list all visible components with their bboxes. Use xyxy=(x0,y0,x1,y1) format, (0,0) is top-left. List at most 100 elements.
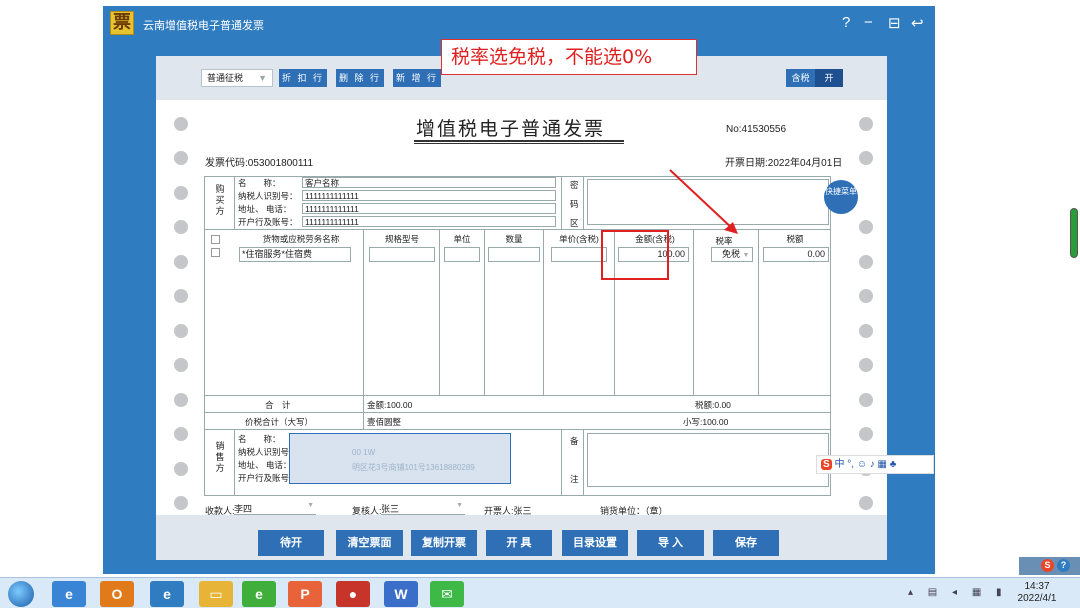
sum-lower: 小写:100.00 xyxy=(683,417,729,427)
invoice-title: 增值税电子普通发票 xyxy=(416,119,606,140)
item-name-field[interactable]: *住宿服务*住宿费 xyxy=(239,247,351,262)
wechat-icon[interactable]: ✉ xyxy=(430,581,464,607)
restore-icon[interactable]: ⊟ xyxy=(888,14,901,32)
col-spec-header: 规格型号 xyxy=(384,234,419,244)
add-row-button[interactable]: 新 增 行 xyxy=(393,69,441,87)
buyer-name-field[interactable]: 客户名称 xyxy=(302,177,556,188)
save-button[interactable]: 保存 xyxy=(713,530,779,556)
item-unit-field[interactable] xyxy=(444,247,480,262)
scrollbar-handle[interactable] xyxy=(1070,208,1078,258)
divider xyxy=(439,229,440,395)
masked-text: 00 1W xyxy=(352,448,376,457)
item-price-field[interactable] xyxy=(551,247,607,262)
buyer-bank-field[interactable]: 1111111111111 xyxy=(302,216,556,227)
punch-hole xyxy=(174,151,188,165)
ie-browser-icon[interactable]: e xyxy=(52,581,86,607)
punch-hole xyxy=(859,151,873,165)
help-icon[interactable]: ? xyxy=(842,14,850,31)
reviewer-select[interactable]: 张三 ▼ xyxy=(381,502,465,515)
punch-hole xyxy=(859,358,873,372)
ime-mode-label: 中 xyxy=(834,459,845,470)
help-tray-icon[interactable]: ? xyxy=(1057,559,1070,572)
punch-hole xyxy=(174,117,188,131)
cipher-label: 区 xyxy=(570,218,579,228)
minimize-icon[interactable]: − xyxy=(864,14,873,31)
invoice-type-select[interactable]: 普通征税 ▼ xyxy=(201,69,273,87)
payee-label: 收款人: xyxy=(205,506,235,516)
clear-form-button[interactable]: 清空票面 xyxy=(336,530,403,556)
item-rate-select[interactable]: 免税 ▼ xyxy=(711,247,753,262)
delete-row-button[interactable]: 删 除 行 xyxy=(336,69,384,87)
punch-hole xyxy=(174,393,188,407)
buyer-address-label: 地址、 电话： xyxy=(238,204,292,214)
invoice-panel: 普通征税 ▼ 折 扣 行 删 除 行 新 增 行 含税 开 增值税电子普通发票 … xyxy=(156,56,887,560)
remark-field[interactable] xyxy=(587,433,829,487)
copy-invoice-button[interactable]: 复制开票 xyxy=(411,530,477,556)
app-logo-icon: 票 xyxy=(110,11,134,35)
divider xyxy=(693,229,694,395)
divider xyxy=(758,229,759,395)
masked-text: 明区花3号商铺101号13618880289 xyxy=(352,463,475,472)
item-tax-field[interactable]: 0.00 xyxy=(763,247,829,262)
divider xyxy=(205,412,830,413)
total-amount: 金额:100.00 xyxy=(367,400,413,410)
punch-hole xyxy=(174,358,188,372)
tray-popup[interactable]: S ? xyxy=(1019,557,1080,575)
punch-hole xyxy=(859,324,873,338)
item-spec-field[interactable] xyxy=(369,247,435,262)
directory-settings-button[interactable]: 目录设置 xyxy=(562,530,628,556)
reviewer-label: 复核人: xyxy=(352,506,382,516)
ime-tools-icon: °, ☺ ♪ ▦ ♣ xyxy=(847,459,897,470)
rate-highlight-box xyxy=(601,230,669,280)
back-icon[interactable]: ↩ xyxy=(911,14,924,32)
tax-inclusive-toggle[interactable]: 含税 开 xyxy=(786,69,843,87)
masked-seller-info: 00 1W 明区花3号商铺101号13618880289 xyxy=(289,433,511,484)
taskbar: e O e ▭ e P ● W ✉ ▴ ▤ ◂ ▦ ▮ 14:37 2022/4… xyxy=(0,577,1080,608)
invoice-paper: 增值税电子普通发票 No:41530556 发票代码:053001800111 … xyxy=(156,100,887,516)
invoice-type-value: 普通征税 xyxy=(207,73,244,83)
title-underline xyxy=(414,140,624,142)
punch-hole xyxy=(174,186,188,200)
divider xyxy=(561,177,562,229)
ie-icon[interactable]: e xyxy=(150,581,184,607)
buyer-side-label: 购买方 xyxy=(215,184,225,216)
item-rate-value: 免税 xyxy=(722,249,741,259)
wps-icon[interactable]: W xyxy=(384,581,418,607)
outlook-icon[interactable]: O xyxy=(100,581,134,607)
chevron-down-icon: ▼ xyxy=(258,73,267,83)
col-unit-header: 单位 xyxy=(453,234,471,244)
clock-time: 14:37 xyxy=(1024,581,1050,592)
title-underline xyxy=(414,143,624,144)
powerpoint-icon[interactable]: P xyxy=(288,581,322,607)
recorder-icon[interactable]: ● xyxy=(336,581,370,607)
browser-icon[interactable]: e xyxy=(242,581,276,607)
pending-button[interactable]: 待开 xyxy=(258,530,324,556)
sogou-tray-icon[interactable]: S xyxy=(1041,559,1054,572)
col-name-header: 货物或应税劳务名称 xyxy=(262,234,340,244)
item-qty-field[interactable] xyxy=(488,247,540,262)
chevron-down-icon: ▼ xyxy=(456,502,463,509)
file-explorer-icon[interactable]: ▭ xyxy=(199,581,233,607)
punch-hole xyxy=(859,496,873,510)
total-tax: 税额:0.00 xyxy=(695,400,731,410)
discount-row-button[interactable]: 折 扣 行 xyxy=(279,69,327,87)
divider xyxy=(484,229,485,395)
remark-label: 注 xyxy=(570,474,579,484)
invoice-number: No:41530556 xyxy=(726,124,787,135)
row-checkbox[interactable] xyxy=(211,248,220,257)
buyer-taxid-field[interactable]: 1111111111111 xyxy=(302,190,556,201)
ime-toolbar[interactable]: S 中 °, ☺ ♪ ▦ ♣ xyxy=(816,455,934,474)
quick-menu-button[interactable]: 快捷菜单 xyxy=(824,180,858,214)
buyer-address-field[interactable]: 1111111111111 xyxy=(302,203,556,214)
select-all-checkbox[interactable] xyxy=(211,235,220,244)
chevron-down-icon: ▼ xyxy=(307,502,314,509)
taskbar-clock[interactable]: 14:37 2022/4/1 xyxy=(1012,581,1062,605)
drawer-label: 开票人:张三 xyxy=(484,506,532,516)
start-button-icon[interactable] xyxy=(8,581,34,607)
buyer-taxid-label: 纳税人识别号： xyxy=(238,191,298,201)
import-button[interactable]: 导 入 xyxy=(637,530,704,556)
issue-button[interactable]: 开 具 xyxy=(486,530,552,556)
buyer-bank-label: 开户行及账号： xyxy=(238,217,298,227)
payee-select[interactable]: 李四 ▼ xyxy=(234,502,316,515)
system-tray-icons[interactable]: ▴ ▤ ◂ ▦ ▮ xyxy=(908,587,1008,598)
